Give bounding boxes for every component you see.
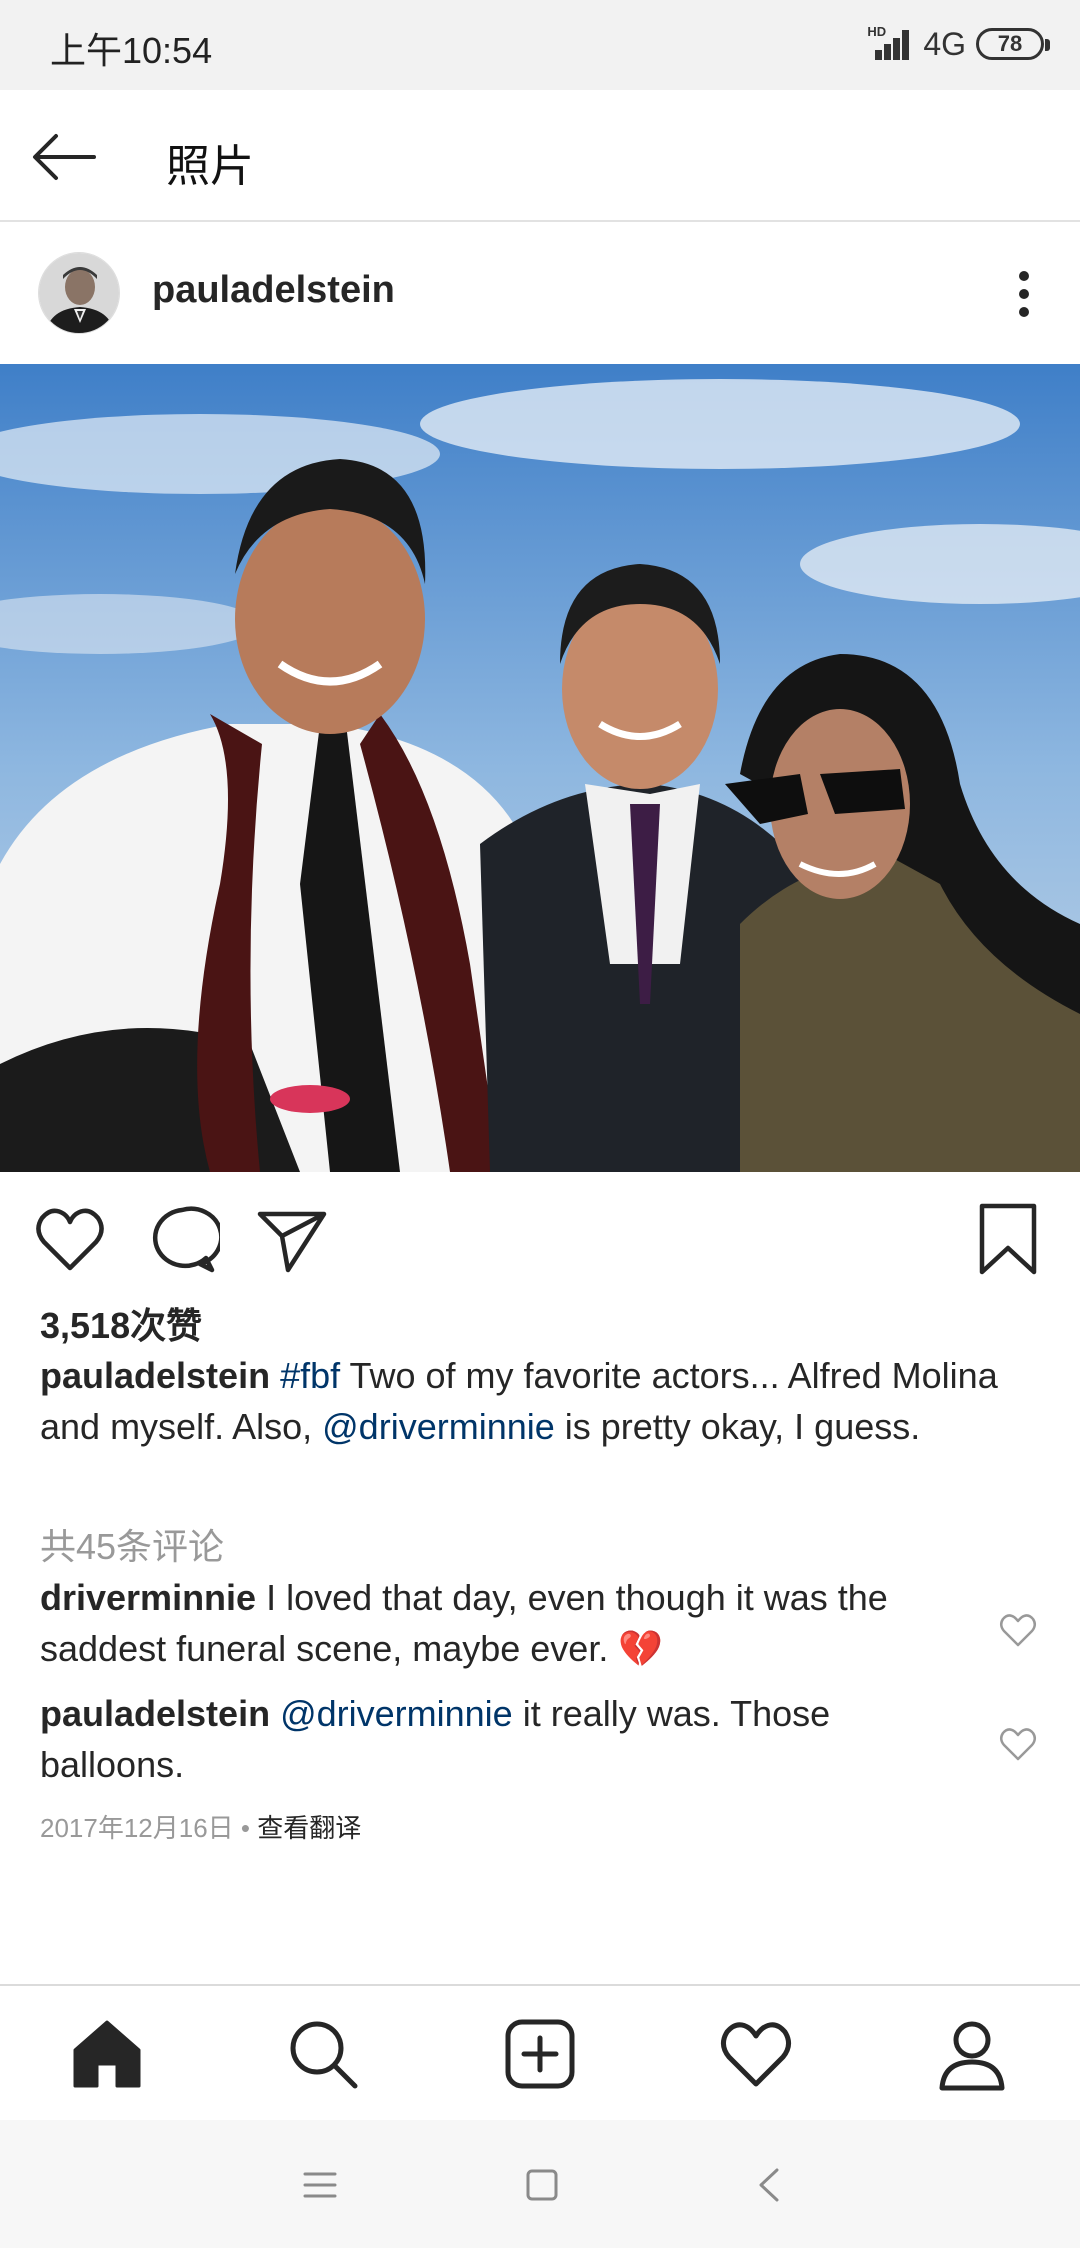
caption-mention[interactable]: @driverminnie	[322, 1406, 555, 1447]
post-header: pauladelstein	[0, 224, 1080, 364]
tab-search[interactable]	[283, 2014, 363, 2094]
post-photo[interactable]	[0, 364, 1080, 1172]
signal-icon: HD	[867, 24, 913, 60]
home-icon	[73, 2020, 141, 2088]
meta-separator: •	[233, 1813, 258, 1843]
see-translation-link[interactable]: 查看翻译	[257, 1813, 361, 1843]
heart-icon	[1000, 1614, 1036, 1647]
system-nav-bar	[0, 2120, 1080, 2248]
more-vertical-icon	[1019, 271, 1029, 317]
caption-username[interactable]: pauladelstein	[40, 1355, 270, 1396]
app-header: 照片	[0, 90, 1080, 222]
avatar[interactable]	[38, 252, 120, 334]
status-indicators: HD 4G 78	[867, 24, 1050, 64]
nav-menu-button[interactable]	[295, 2160, 345, 2210]
battery-icon: 78	[976, 28, 1050, 60]
comment-like-button[interactable]	[998, 1610, 1038, 1650]
share-button[interactable]	[254, 1202, 330, 1278]
tab-activity[interactable]	[716, 2014, 796, 2094]
comment-item: driverminnie I loved that day, even thou…	[40, 1572, 960, 1674]
avatar-image	[39, 253, 119, 333]
back-button[interactable]	[30, 122, 100, 192]
search-icon	[290, 2021, 358, 2089]
nav-back-button[interactable]	[745, 2160, 795, 2210]
post-username[interactable]: pauladelstein	[152, 269, 395, 312]
status-time: 上午10:54	[50, 30, 213, 71]
broken-heart-emoji: 💔	[618, 1628, 664, 1669]
like-button[interactable]	[32, 1202, 108, 1278]
comment-item: pauladelstein @driverminnie it really wa…	[40, 1688, 960, 1790]
send-icon	[257, 1211, 327, 1273]
tab-home[interactable]	[67, 2014, 147, 2094]
status-bar: 上午10:54 HD 4G 78	[0, 0, 1080, 90]
comment-button[interactable]	[144, 1202, 224, 1278]
comment-username[interactable]: driverminnie	[40, 1577, 256, 1618]
post-date: 2017年12月16日	[40, 1813, 234, 1843]
profile-icon	[939, 2021, 1005, 2091]
caption-hashtag[interactable]: #fbf	[280, 1355, 340, 1396]
like-count[interactable]: 3,518次赞	[40, 1297, 202, 1349]
comment-username[interactable]: pauladelstein	[40, 1693, 270, 1734]
comment-mention[interactable]: @driverminnie	[280, 1693, 513, 1734]
more-options-button[interactable]	[1004, 264, 1044, 324]
activity-heart-icon	[721, 2022, 791, 2087]
add-post-icon	[505, 2019, 575, 2089]
nav-home-button[interactable]	[517, 2160, 567, 2210]
view-all-comments-link[interactable]: 共45条评论	[40, 1518, 224, 1570]
bottom-tab-bar	[0, 1984, 1080, 2120]
save-button[interactable]	[970, 1202, 1046, 1278]
page-title: 照片	[166, 142, 254, 191]
post-meta: 2017年12月16日 • 查看翻译	[40, 1808, 361, 1845]
arrow-left-icon	[33, 134, 96, 180]
heart-icon	[36, 1208, 104, 1271]
hd-label: HD	[867, 24, 887, 39]
menu-icon	[303, 2172, 337, 2198]
comment-like-button[interactable]	[998, 1724, 1038, 1764]
comment-icon	[152, 1206, 224, 1273]
tab-new-post[interactable]	[500, 2014, 580, 2094]
tab-profile[interactable]	[932, 2014, 1012, 2094]
bookmark-icon	[979, 1203, 1037, 1275]
heart-icon	[1000, 1728, 1036, 1761]
post-photo-image	[0, 364, 1080, 1172]
home-square-icon	[526, 2169, 558, 2201]
caption-text-2: is pretty okay, I guess.	[554, 1406, 921, 1447]
back-chevron-icon	[759, 2168, 779, 2202]
post-caption: pauladelstein #fbf Two of my favorite ac…	[40, 1350, 1040, 1452]
post-action-bar	[0, 1172, 1080, 1300]
battery-level: 78	[997, 31, 1023, 56]
network-type: 4G	[923, 25, 966, 62]
